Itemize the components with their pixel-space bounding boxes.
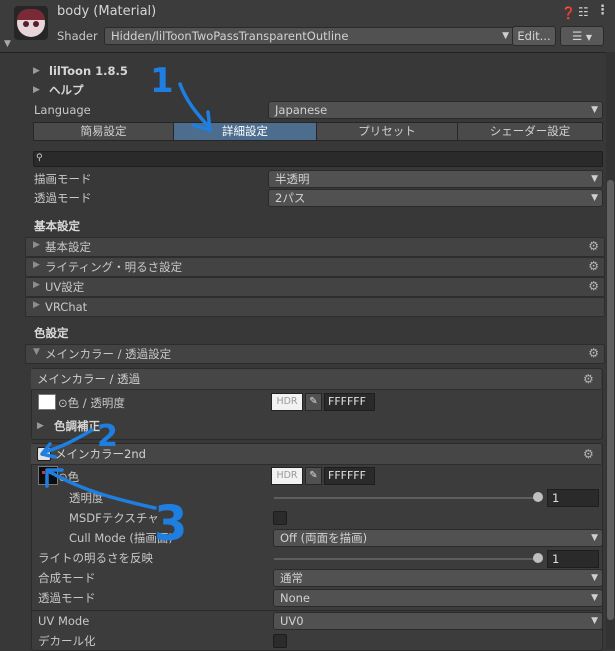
annotation-overlay: 1 2 3 [40,61,212,552]
annotation-number-3: 3 [154,496,187,552]
annotation-arrow-1 [178,82,212,130]
annotation-arrow-2 [42,428,94,454]
annotation-number-2: 2 [97,419,118,454]
annotation-number-1: 1 [150,61,174,101]
annotation-arrow-3 [48,470,157,510]
